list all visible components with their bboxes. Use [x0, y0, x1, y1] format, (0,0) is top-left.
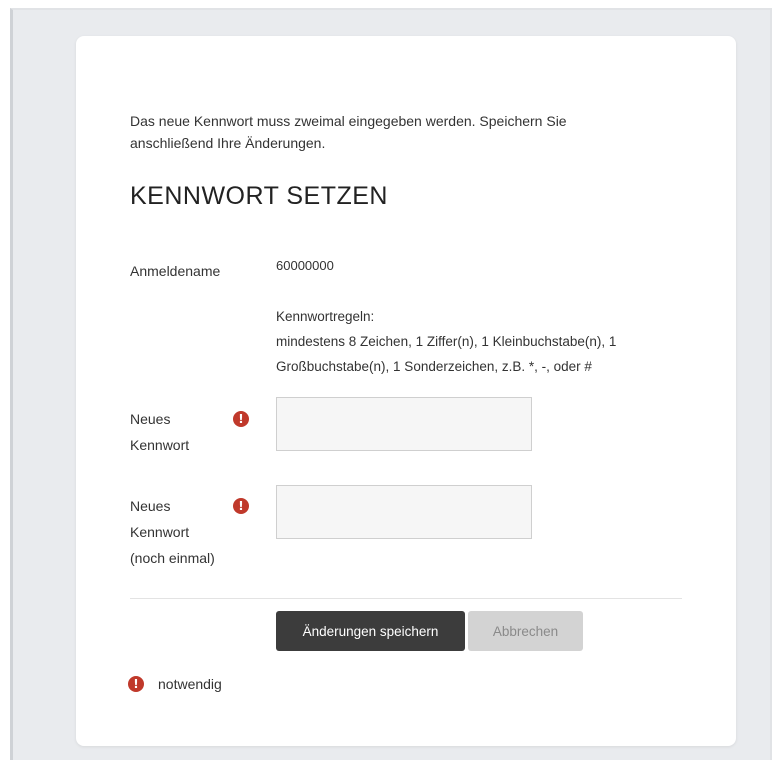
exclamation-circle-icon: ! [233, 411, 249, 427]
new-password-label-line-1: Neues [130, 411, 171, 427]
confirm-password-label-line-2: Kennwort [130, 524, 190, 540]
password-rules-line-2: Großbuchstabe(n), 1 Sonderzeichen, z.B. … [276, 359, 592, 374]
password-form-card: Das neue Kennwort muss zweimal eingegebe… [76, 36, 736, 746]
confirm-password-label: Neues Kennwort (noch einmal) [130, 493, 230, 571]
page-title: KENNWORT SETZEN [130, 182, 388, 210]
intro-text: Das neue Kennwort muss zweimal eingegebe… [130, 110, 650, 154]
save-changes-button[interactable]: Änderungen speichern [276, 611, 465, 651]
intro-line-1: Das neue Kennwort muss zweimal eingegebe… [130, 113, 567, 129]
password-rules-heading: Kennwortregeln: [276, 309, 375, 324]
password-rules-line-1: mindestens 8 Zeichen, 1 Ziffer(n), 1 Kle… [276, 334, 617, 349]
login-name-label: Anmeldename [130, 263, 221, 279]
new-password-label-line-2: Kennwort [130, 437, 190, 453]
exclamation-circle-icon: ! [233, 498, 249, 514]
new-password-label: Neues Kennwort [130, 406, 230, 458]
intro-line-2: anschließend Ihre Änderungen. [130, 135, 326, 151]
confirm-password-field[interactable] [276, 485, 532, 539]
exclamation-circle-icon: ! [128, 676, 144, 692]
confirm-password-label-line-3: (noch einmal) [130, 550, 215, 566]
required-legend-text: notwendig [158, 676, 222, 692]
confirm-password-label-line-1: Neues [130, 498, 171, 514]
cancel-button[interactable]: Abbrechen [468, 611, 583, 651]
new-password-field[interactable] [276, 397, 532, 451]
form-divider [130, 598, 682, 599]
login-name-value: 60000000 [276, 258, 334, 273]
password-rules: Kennwortregeln: mindestens 8 Zeichen, 1 … [276, 304, 706, 379]
